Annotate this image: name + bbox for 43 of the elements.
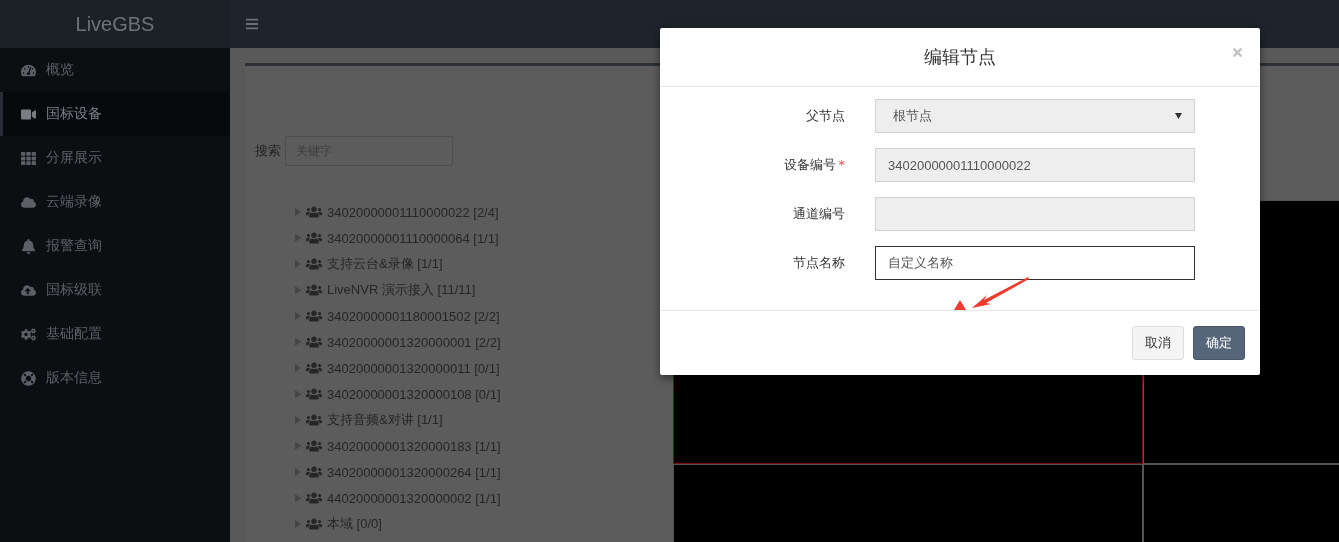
users-icon <box>306 282 322 298</box>
users-icon <box>306 464 322 480</box>
confirm-button[interactable]: 确定 <box>1193 326 1245 360</box>
users-icon <box>306 230 322 246</box>
users-icon <box>306 516 322 532</box>
sidebar-item[interactable]: 概览 <box>0 48 230 92</box>
field-label: 节点名称 <box>792 254 845 272</box>
input-field[interactable]: 自定义名称 <box>875 246 1195 280</box>
sidebar-item[interactable]: 云端录像 <box>0 180 230 224</box>
cloud-upload-icon <box>20 282 36 298</box>
sidebar-item[interactable]: 国标级联 <box>0 268 230 312</box>
search-label: 搜索 <box>255 142 281 160</box>
sidebar-item[interactable]: 报警查询 <box>0 224 230 268</box>
users-icon <box>306 360 322 376</box>
cloud-icon <box>20 194 36 210</box>
users-icon <box>306 490 322 506</box>
triangle-annotation <box>954 300 966 310</box>
sidebar-item[interactable]: 国标设备 <box>0 92 230 136</box>
sidebar-item[interactable]: 分屏展示 <box>0 136 230 180</box>
app-logo: LiveGBS <box>0 0 230 48</box>
gears-icon <box>20 326 36 342</box>
lifebuoy-icon <box>20 370 36 386</box>
field-label: 通道编号 <box>792 205 845 223</box>
arrow-annotation <box>970 276 1030 310</box>
grid-icon <box>20 150 36 166</box>
cancel-button[interactable]: 取消 <box>1132 326 1184 360</box>
field-label: 设备编号 * <box>782 156 845 174</box>
users-icon <box>306 308 322 324</box>
users-icon <box>306 256 322 272</box>
users-icon <box>306 412 322 428</box>
users-icon <box>306 438 322 454</box>
menu-icon[interactable] <box>244 16 260 32</box>
users-icon <box>306 204 322 220</box>
dropdown-caret-icon <box>1175 113 1182 119</box>
field-label: 父节点 <box>805 107 845 125</box>
sidebar-item[interactable]: 版本信息 <box>0 356 230 400</box>
bell-icon <box>20 238 36 254</box>
dialog-title: 编辑节点 <box>924 45 996 69</box>
users-icon <box>306 386 322 402</box>
dashboard-icon <box>20 62 36 78</box>
required-mark: * <box>838 157 845 172</box>
users-icon <box>306 334 322 350</box>
sidebar-item[interactable]: 基础配置 <box>0 312 230 356</box>
